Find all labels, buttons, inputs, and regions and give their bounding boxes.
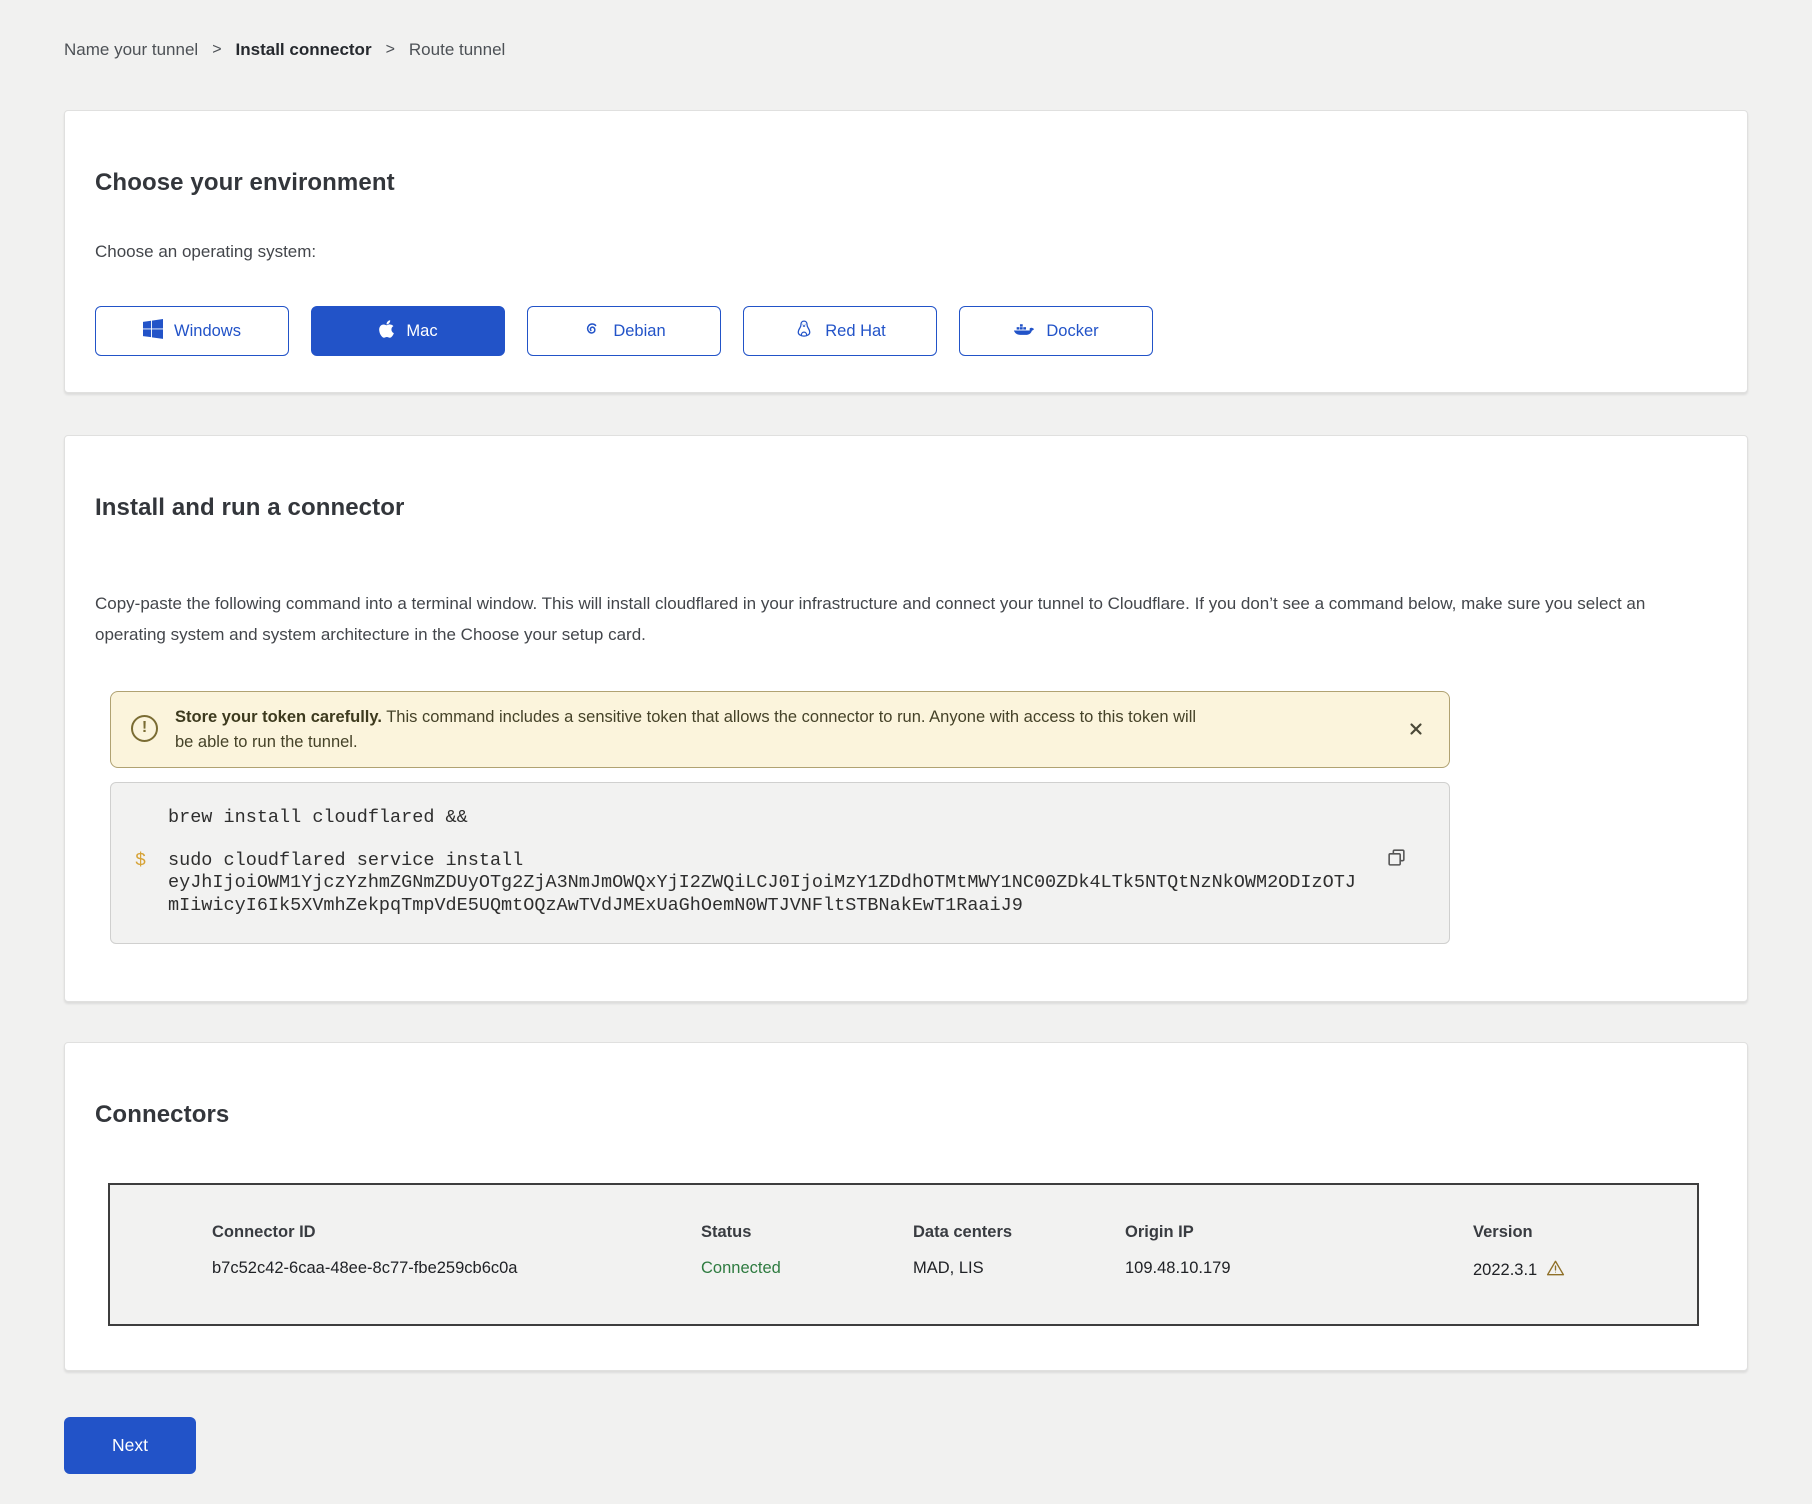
- command-line-install: $ sudo cloudflared service install eyJhI…: [135, 850, 1361, 918]
- breadcrumb-route-tunnel[interactable]: Route tunnel: [409, 40, 505, 60]
- os-button-windows[interactable]: Windows: [95, 306, 289, 356]
- debian-swirl-icon: [582, 319, 602, 344]
- breadcrumb-separator: >: [386, 41, 395, 59]
- os-button-mac[interactable]: Mac: [311, 306, 505, 356]
- install-command-block: brew install cloudflared && $ sudo cloud…: [110, 782, 1450, 944]
- version-number: 2022.3.1: [1473, 1261, 1537, 1280]
- status-badge: Connected: [701, 1259, 913, 1282]
- install-connector-description: Copy-paste the following command into a …: [95, 588, 1717, 651]
- choose-environment-title: Choose your environment: [95, 169, 1717, 197]
- copy-icon[interactable]: [1384, 845, 1409, 870]
- column-header-data-centers: Data centers: [913, 1223, 1125, 1242]
- version-value: 2022.3.1: [1473, 1259, 1657, 1282]
- breadcrumb: Name your tunnel > Install connector > R…: [64, 0, 1748, 60]
- connectors-card: Connectors Connector ID Status Data cent…: [64, 1042, 1748, 1371]
- os-button-label: Mac: [406, 322, 437, 341]
- column-header-status: Status: [701, 1223, 913, 1242]
- docker-whale-icon: [1013, 320, 1035, 343]
- os-button-docker[interactable]: Docker: [959, 306, 1153, 356]
- install-connector-title: Install and run a connector: [95, 494, 1717, 522]
- data-centers-value: MAD, LIS: [913, 1259, 1125, 1282]
- warning-triangle-icon: [1546, 1259, 1565, 1282]
- install-connector-card: Install and run a connector Copy-paste t…: [64, 435, 1748, 1002]
- token-warning-banner: ! Store your token carefully. This comma…: [110, 691, 1450, 768]
- token-warning-text: Store your token carefully. This command…: [175, 704, 1205, 755]
- os-button-row: Windows Mac Debian: [95, 306, 1717, 356]
- os-button-debian[interactable]: Debian: [527, 306, 721, 356]
- os-button-label: Windows: [174, 322, 241, 341]
- os-button-redhat[interactable]: Red Hat: [743, 306, 937, 356]
- tux-penguin-icon: [794, 319, 814, 344]
- tunnel-setup-page: Name your tunnel > Install connector > R…: [0, 0, 1812, 1504]
- connector-id-value: b7c52c42-6caa-48ee-8c77-fbe259cb6c0a: [212, 1259, 701, 1282]
- dollar-prompt: $: [135, 850, 150, 918]
- column-header-version: Version: [1473, 1223, 1657, 1242]
- token-warning-title: Store your token carefully.: [175, 708, 382, 726]
- breadcrumb-separator: >: [212, 41, 221, 59]
- os-button-label: Debian: [613, 322, 665, 341]
- command-line-brew: brew install cloudflared &&: [135, 807, 1361, 830]
- apple-logo-icon: [378, 319, 395, 344]
- os-button-label: Docker: [1046, 322, 1098, 341]
- origin-ip-value: 109.48.10.179: [1125, 1259, 1473, 1282]
- column-header-origin-ip: Origin IP: [1125, 1223, 1473, 1242]
- os-button-label: Red Hat: [825, 322, 886, 341]
- windows-logo-icon: [143, 319, 163, 344]
- connectors-title: Connectors: [95, 1101, 1717, 1129]
- command-install: sudo cloudflared service install: [168, 850, 523, 871]
- close-icon[interactable]: [1405, 718, 1427, 740]
- command-text: brew install cloudflared &&: [168, 807, 1361, 830]
- prompt-gutter: [135, 807, 150, 830]
- column-header-connector-id: Connector ID: [212, 1223, 701, 1242]
- choose-environment-card: Choose your environment Choose an operat…: [64, 110, 1748, 393]
- command-text: sudo cloudflared service install eyJhIjo…: [168, 850, 1361, 918]
- exclamation-circle-icon: !: [131, 715, 158, 742]
- command-token: eyJhIjoiOWM1YjczYzhmZGNmZDUyOTg2ZjA3NmJm…: [168, 872, 1356, 916]
- connectors-table: Connector ID Status Data centers Origin …: [108, 1183, 1699, 1326]
- breadcrumb-name-your-tunnel[interactable]: Name your tunnel: [64, 40, 198, 60]
- next-button[interactable]: Next: [64, 1417, 196, 1474]
- breadcrumb-install-connector[interactable]: Install connector: [236, 40, 372, 60]
- os-select-label: Choose an operating system:: [95, 242, 1717, 262]
